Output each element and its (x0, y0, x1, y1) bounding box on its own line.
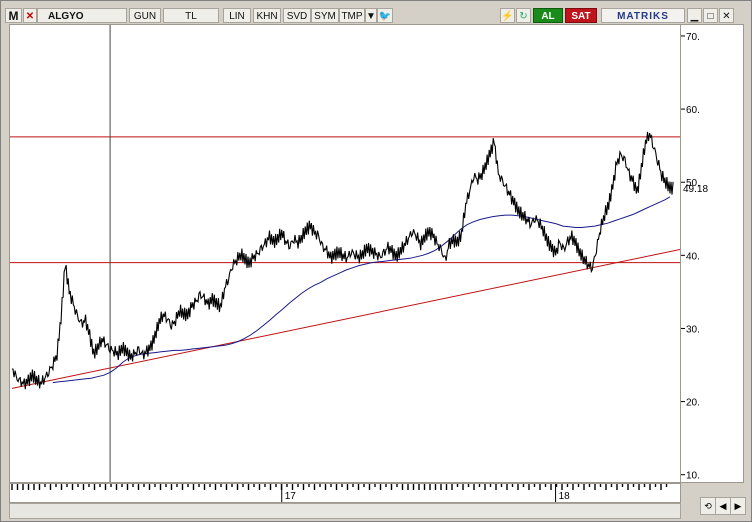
brand-logo: MATRIKS (601, 8, 685, 23)
price-line (11, 131, 674, 390)
y-axis-svg: 70.60.50.40.30.20.10.49.18 (681, 32, 708, 482)
price-chart[interactable] (9, 24, 681, 483)
y-tick-label-0: 70. (686, 32, 700, 43)
refresh-icon[interactable]: ↻ (516, 8, 531, 23)
y-tick-label-6: 10. (686, 471, 700, 482)
horizontal-scrollbar[interactable] (9, 503, 681, 519)
sym-button[interactable]: SYM (311, 8, 339, 23)
y-tick-label-3: 40. (686, 251, 700, 262)
minimize-icon[interactable]: ▁ (687, 8, 702, 23)
arrow-right-icon[interactable]: ▶ (730, 497, 746, 515)
buy-button[interactable]: AL (533, 8, 563, 23)
menu-button[interactable]: M (5, 8, 22, 23)
window-close-icon[interactable]: ✕ (719, 8, 734, 23)
x-tick-label-1: 18 (559, 491, 571, 502)
currency-button[interactable]: TL (163, 8, 219, 23)
maximize-icon[interactable]: □ (703, 8, 718, 23)
sync-icon[interactable]: ⟲ (700, 497, 716, 515)
y-tick-label-5: 20. (686, 398, 700, 409)
chart-window: M ✕ ALGYO GUN TL LIN KHN SVD SYM TMP ▼ 🐦… (0, 0, 752, 522)
last-value-label: 49.18 (683, 184, 708, 195)
y-tick-label-1: 60. (686, 105, 700, 116)
twitter-icon[interactable]: 🐦 (377, 8, 393, 23)
y-axis: 70. 60. 50. 40. 30. 20. 10. 49.18 (680, 24, 744, 483)
arrow-left-icon[interactable]: ◀ (715, 497, 731, 515)
scale-button[interactable]: LIN (223, 8, 251, 23)
y-tick-label-4: 30. (686, 324, 700, 335)
svd-button[interactable]: SVD (283, 8, 311, 23)
sell-button[interactable]: SAT (565, 8, 597, 23)
template-button[interactable]: TMP (339, 8, 365, 23)
chevron-down-icon[interactable]: ▼ (365, 8, 377, 23)
lightning-icon[interactable]: ⚡ (500, 8, 515, 23)
symbol-selector[interactable]: ALGYO (37, 8, 127, 23)
x-tick-label-0: 17 (285, 491, 297, 502)
close-icon[interactable]: ✕ (23, 8, 37, 23)
chart-toolbar: M ✕ ALGYO GUN TL LIN KHN SVD SYM TMP ▼ 🐦… (3, 8, 747, 24)
x-axis-svg: 17 18 (11, 484, 668, 502)
corner-controls: ⟲ ◀ ▶ (700, 497, 746, 517)
price-chart-svg (10, 25, 681, 482)
moving-average-line (52, 196, 671, 384)
x-axis: 17 18 (9, 483, 681, 503)
period-button[interactable]: GUN (129, 8, 161, 23)
khn-button[interactable]: KHN (253, 8, 281, 23)
